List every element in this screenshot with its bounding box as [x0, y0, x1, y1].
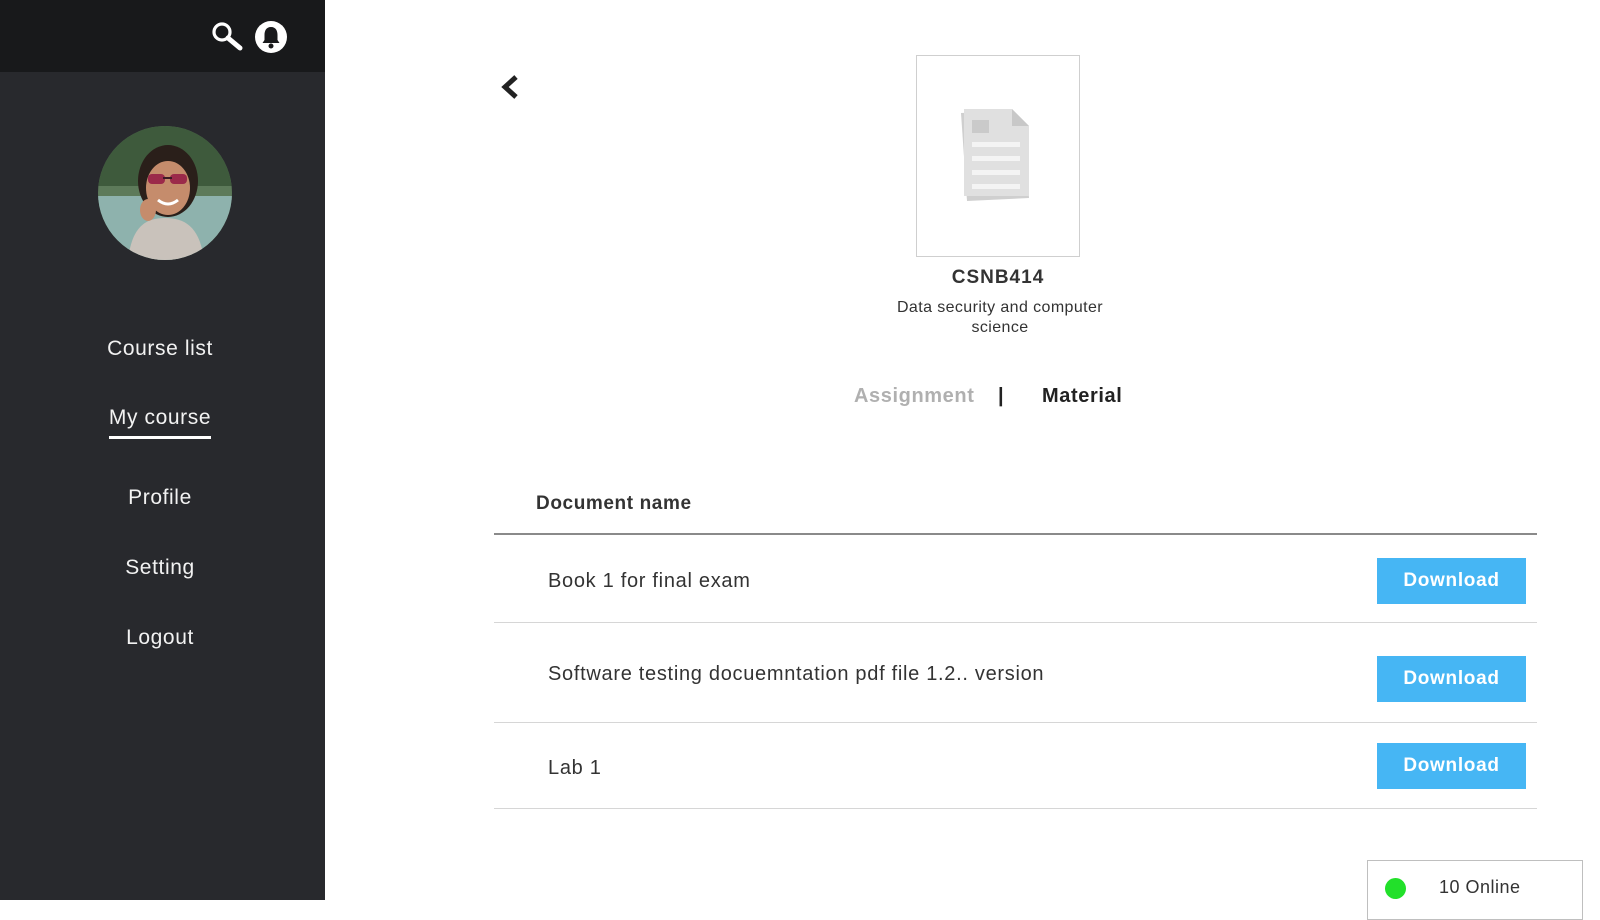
online-status-widget[interactable]: 10 Online	[1367, 860, 1583, 920]
tab-assignment[interactable]: Assignment	[854, 385, 974, 408]
sidebar-item-setting[interactable]: Setting	[125, 556, 195, 586]
row-divider	[494, 722, 1537, 723]
online-count: 10 Online	[1439, 877, 1521, 897]
download-button[interactable]: Download	[1377, 743, 1526, 789]
document-name: Software testing docuemntation pdf file …	[548, 663, 1045, 685]
course-code: CSNB414	[951, 267, 1045, 288]
tab-material[interactable]: Material	[1042, 385, 1122, 408]
download-button[interactable]: Download	[1377, 558, 1526, 604]
table-header-divider	[494, 533, 1537, 535]
row-divider	[494, 622, 1537, 623]
table-header-document-name: Document name	[536, 493, 692, 514]
avatar-image	[98, 126, 232, 260]
download-button[interactable]: Download	[1377, 656, 1526, 702]
search-icon[interactable]	[210, 20, 244, 54]
sidebar-topbar	[0, 0, 325, 72]
document-name: Book 1 for final exam	[548, 570, 751, 592]
bell-icon[interactable]	[254, 20, 288, 54]
tab-separator: |	[998, 385, 1005, 407]
sidebar-item-course-list[interactable]: Course list	[107, 337, 213, 367]
sidebar-item-logout[interactable]: Logout	[126, 626, 194, 656]
avatar[interactable]	[98, 126, 232, 260]
document-icon	[961, 109, 1029, 201]
row-divider	[494, 808, 1537, 809]
online-status-dot	[1385, 878, 1406, 899]
document-name: Lab 1	[548, 757, 602, 779]
back-chevron-icon[interactable]	[496, 72, 526, 102]
sidebar: Course list My course Profile Setting Lo…	[0, 0, 325, 900]
sidebar-item-my-course[interactable]: My course	[108, 406, 212, 439]
course-thumbnail	[916, 55, 1080, 257]
course-name: Data security and computer science	[896, 299, 1104, 336]
sidebar-item-profile[interactable]: Profile	[128, 486, 192, 516]
